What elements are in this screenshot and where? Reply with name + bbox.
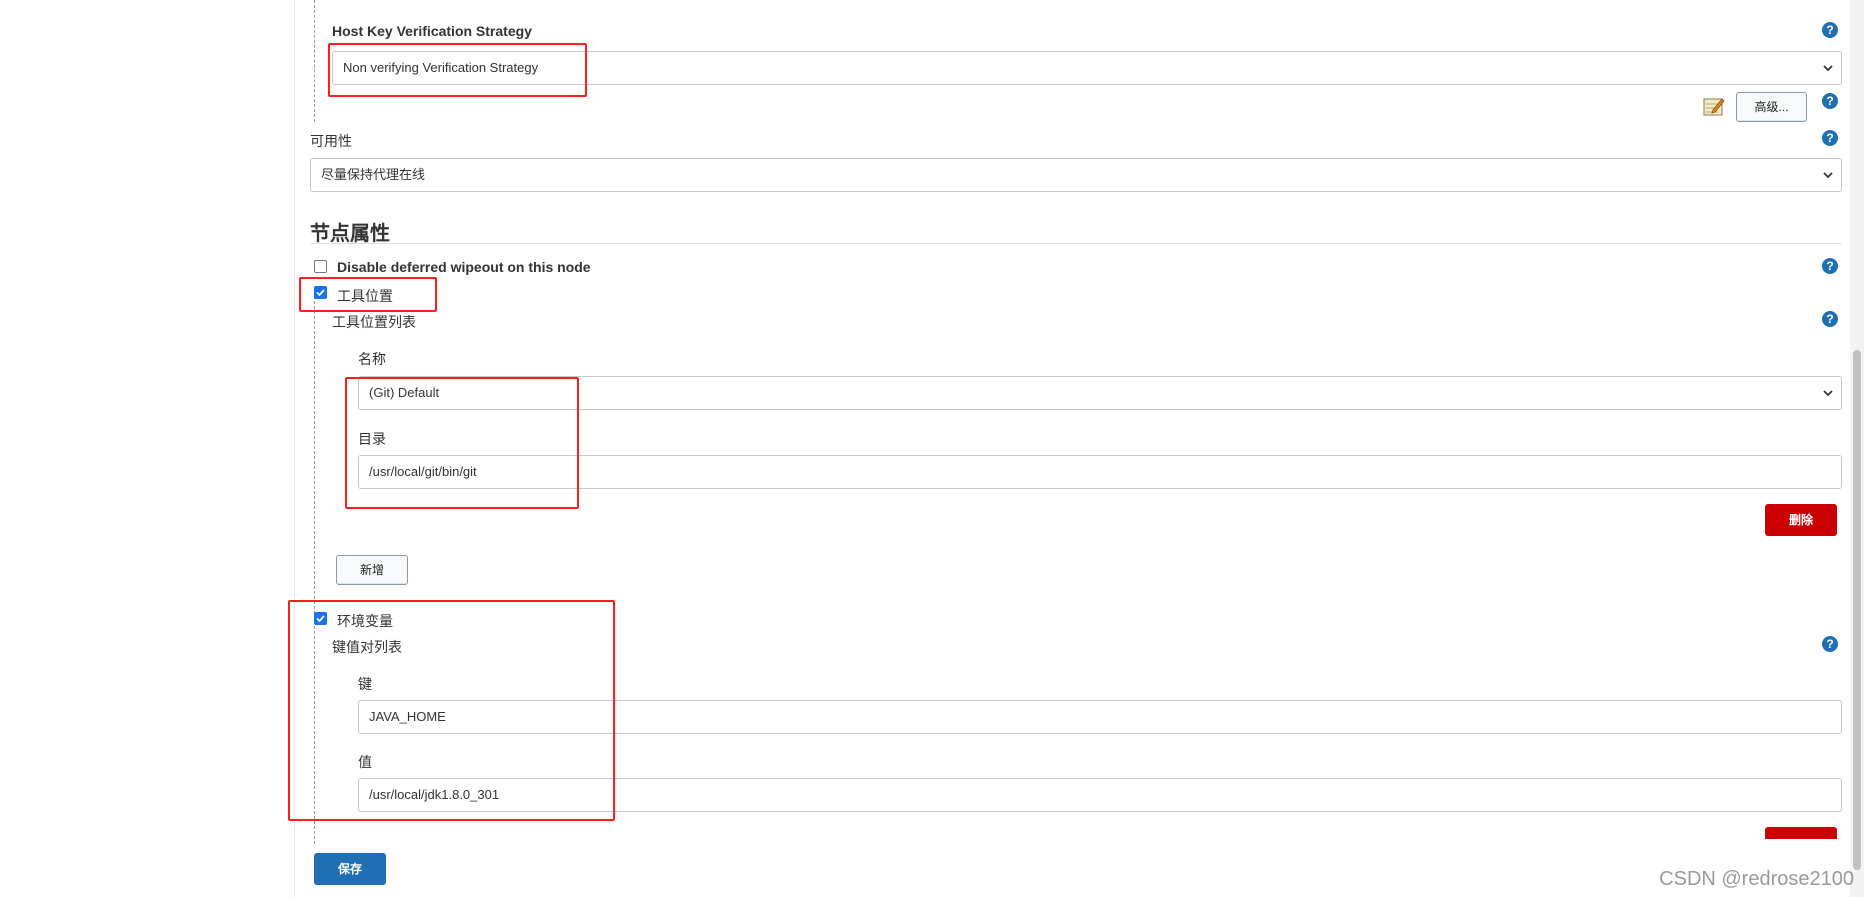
add-tool-button[interactable]: 新增: [336, 555, 408, 585]
availability-select-value: 尽量保持代理在线: [321, 167, 426, 182]
highlight-box-env-vars: [288, 600, 615, 821]
tool-name-label: 名称: [358, 351, 386, 367]
watermark: CSDN @redrose2100: [1659, 868, 1854, 890]
env-vars-help-icon[interactable]: ?: [1822, 636, 1838, 652]
highlight-box-tool-fields: [345, 377, 579, 509]
chevron-down-icon: [1823, 159, 1833, 191]
node-properties-title: 节点属性: [310, 223, 390, 245]
host-key-label: Host Key Verification Strategy: [332, 23, 532, 39]
tool-locations-help-icon[interactable]: ?: [1822, 311, 1838, 327]
delete-env-button-partial[interactable]: [1765, 827, 1837, 839]
advanced-help-icon[interactable]: ?: [1822, 93, 1838, 109]
availability-help-icon[interactable]: ?: [1822, 130, 1838, 146]
tool-locations-list-label: 工具位置列表: [332, 314, 416, 330]
availability-label: 可用性: [310, 133, 352, 149]
save-button[interactable]: 保存: [314, 853, 386, 885]
nesting-guide-top: [314, 0, 315, 122]
chevron-down-icon: [1823, 377, 1833, 409]
highlight-box-tool-locations: [299, 277, 437, 312]
notepad-icon[interactable]: [1703, 96, 1725, 116]
disable-wipeout-label: Disable deferred wipeout on this node: [337, 259, 591, 275]
availability-select[interactable]: 尽量保持代理在线: [310, 158, 1842, 192]
disable-wipeout-help-icon[interactable]: ?: [1822, 258, 1838, 274]
advanced-button[interactable]: 高级...: [1736, 92, 1807, 122]
highlight-box-host-key: [328, 43, 587, 97]
section-divider: [310, 243, 1842, 244]
disable-wipeout-checkbox[interactable]: [314, 260, 327, 273]
tool-dir-input[interactable]: /usr/local/git/bin/git: [358, 455, 1842, 489]
tool-name-select[interactable]: (Git) Default: [358, 376, 1842, 410]
scrollbar-thumb[interactable]: [1853, 350, 1861, 870]
delete-tool-button[interactable]: 删除: [1765, 504, 1837, 536]
host-key-help-icon[interactable]: ?: [1822, 22, 1838, 38]
chevron-down-icon: [1823, 52, 1833, 84]
